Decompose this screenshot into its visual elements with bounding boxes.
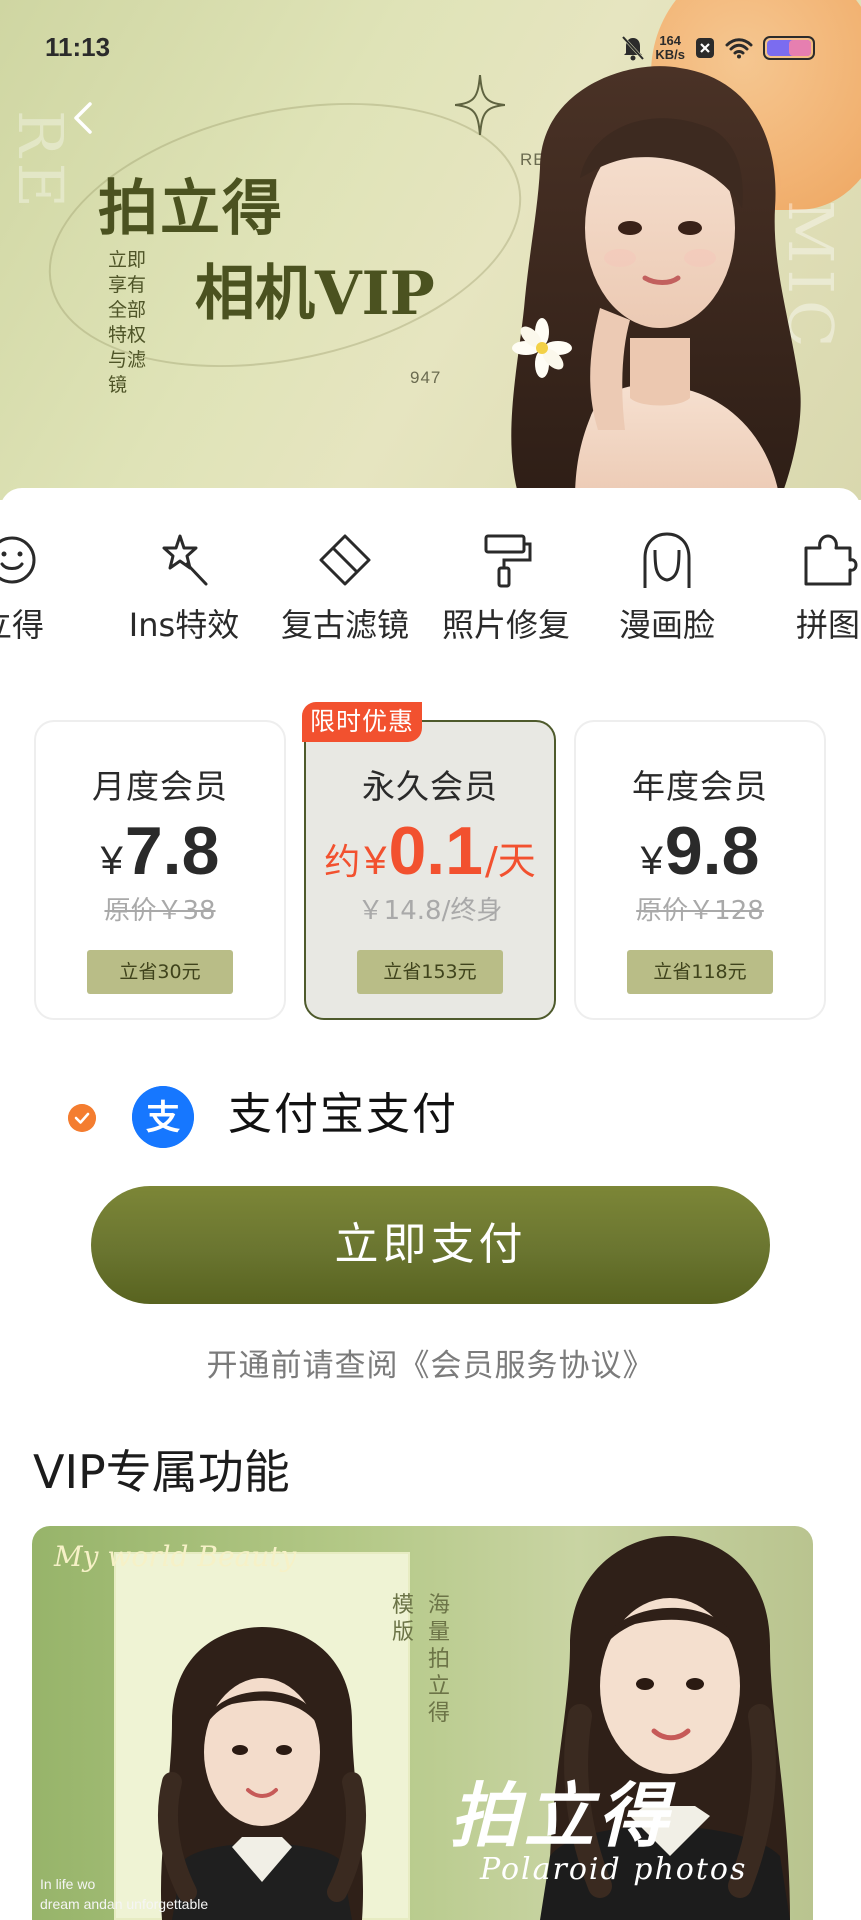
banner-title-line2: 相机VIP bbox=[195, 259, 435, 329]
feature-label: 复古滤镜 bbox=[280, 606, 409, 644]
payment-method-alipay[interactable]: 支 支付宝支付 bbox=[68, 1082, 768, 1152]
battery-icon bbox=[763, 36, 815, 60]
checked-radio-icon[interactable] bbox=[68, 1104, 96, 1132]
promo-caption-1: In life wo bbox=[40, 1876, 96, 1892]
svg-text:支: 支 bbox=[146, 1098, 180, 1138]
wifi-icon bbox=[725, 38, 753, 59]
feature-item-polaroid[interactable]: 立得 bbox=[0, 530, 82, 650]
price-unit: /天 bbox=[484, 839, 536, 883]
magic-wand-icon bbox=[162, 534, 208, 586]
status-time: 11:13 bbox=[45, 32, 111, 62]
price-amount: 7.8 bbox=[124, 813, 220, 889]
feature-label: Ins特效 bbox=[128, 606, 240, 644]
sim-off-icon bbox=[696, 38, 714, 58]
price-prefix: 约 bbox=[324, 842, 361, 883]
plan-name: 永久会员 bbox=[362, 767, 498, 806]
feature-item-photo-repair[interactable]: 照片修复 bbox=[436, 530, 576, 650]
feature-item-retro-filter[interactable]: 复古滤镜 bbox=[275, 530, 415, 650]
agreement-notice: 开通前请查阅《会员服务协议》 bbox=[0, 1340, 861, 1385]
promo-subtitle: Polaroid photos bbox=[480, 1852, 748, 1887]
plan-card-monthly[interactable]: 月度会员 ¥ 7.8 原价￥38 立省30元 bbox=[34, 720, 286, 1020]
feature-carousel[interactable]: 立得 Ins特效 复古滤镜 照片修复 bbox=[0, 530, 861, 650]
plan-price: 约 ¥ 0.1 /天 bbox=[306, 812, 554, 890]
plan-price: ¥ 7.8 bbox=[36, 812, 284, 890]
lifetime-total-price: ￥14.8/终身 bbox=[357, 896, 503, 926]
savings-tag: 立省118元 bbox=[627, 950, 773, 994]
currency-symbol: ¥ bbox=[640, 839, 663, 883]
network-speed-unit: KB/s bbox=[655, 47, 685, 62]
feature-label: 拼图 bbox=[795, 606, 860, 644]
savings-tag: 立省30元 bbox=[87, 950, 233, 994]
feature-label: 漫画脸 bbox=[618, 606, 715, 644]
banner-subtitle: 立即享有全部特权与滤镜 bbox=[108, 249, 147, 396]
polaroid-promo-image[interactable]: My world Beauty 海量拍立得 模版 拍立得 Polaroid ph… bbox=[32, 1526, 813, 1920]
promo-caption-2: dream andan unforgettable bbox=[40, 1896, 209, 1912]
plan-card-yearly[interactable]: 年度会员 ¥ 9.8 原价￥128 立省118元 bbox=[574, 720, 826, 1020]
original-price: 原价￥128 bbox=[636, 896, 764, 926]
agreement-prefix: 开通前请查阅 bbox=[206, 1348, 399, 1384]
feature-label: 立得 bbox=[0, 606, 44, 644]
status-bar: 11:13 164 KB/s bbox=[0, 0, 861, 100]
promo-script-text: My world Beauty bbox=[54, 1540, 297, 1573]
paint-roller-icon bbox=[484, 534, 532, 588]
feature-item-collage[interactable]: 拼图 bbox=[758, 530, 861, 650]
original-price: 原价￥38 bbox=[104, 896, 216, 926]
status-icons: 164 KB/s bbox=[621, 34, 817, 62]
plan-card-lifetime[interactable]: 永久会员 约 ¥ 0.1 /天 ￥14.8/终身 立省153元 bbox=[304, 720, 556, 1020]
promo-vertical-text-left: 模版 bbox=[392, 1593, 415, 1645]
savings-tag: 立省153元 bbox=[357, 950, 503, 994]
feature-item-ins-effect[interactable]: Ins特效 bbox=[114, 530, 254, 650]
feature-label: 照片修复 bbox=[441, 606, 570, 644]
mute-bell-icon bbox=[622, 35, 645, 61]
vip-purchase-page: RE MIC RE US 947 拍立得 相机VIP 立即享有全部特权与滤镜 bbox=[0, 0, 861, 1920]
payment-method-label: 支付宝支付 bbox=[228, 1089, 458, 1140]
currency-symbol: ¥ bbox=[100, 839, 123, 883]
back-arrow-icon[interactable] bbox=[66, 98, 102, 138]
plan-name: 月度会员 bbox=[92, 767, 228, 806]
price-amount: 9.8 bbox=[664, 813, 760, 889]
eraser-icon bbox=[319, 534, 371, 586]
promo-title: 拍立得 bbox=[450, 1774, 672, 1857]
promo-vertical-text-right: 海量拍立得 bbox=[428, 1593, 451, 1726]
plan-name: 年度会员 bbox=[632, 767, 768, 806]
banner-title-line1: 拍立得 bbox=[98, 174, 284, 244]
vip-features-heading: VIP专属功能 bbox=[33, 1445, 290, 1499]
puzzle-icon bbox=[804, 534, 858, 586]
feature-item-comic-face[interactable]: 漫画脸 bbox=[597, 530, 737, 650]
network-speed-value: 164 bbox=[659, 33, 682, 48]
limited-offer-badge: 限时优惠 bbox=[302, 702, 423, 742]
currency-symbol: ¥ bbox=[364, 839, 387, 883]
plan-price: ¥ 9.8 bbox=[576, 812, 824, 890]
model-portrait-image bbox=[511, 66, 801, 500]
pay-now-button[interactable]: 立即支付 bbox=[91, 1186, 770, 1304]
network-speed: 164 KB/s bbox=[655, 34, 685, 62]
banner-deco-number: 947 bbox=[410, 368, 442, 387]
alipay-icon: 支 bbox=[132, 1086, 194, 1148]
face-outline-icon bbox=[643, 532, 691, 588]
smile-icon bbox=[0, 536, 36, 584]
model-photo-left bbox=[157, 1627, 367, 1920]
price-amount: 0.1 bbox=[388, 813, 483, 889]
membership-agreement-link[interactable]: 《会员服务协议》 bbox=[399, 1348, 655, 1384]
